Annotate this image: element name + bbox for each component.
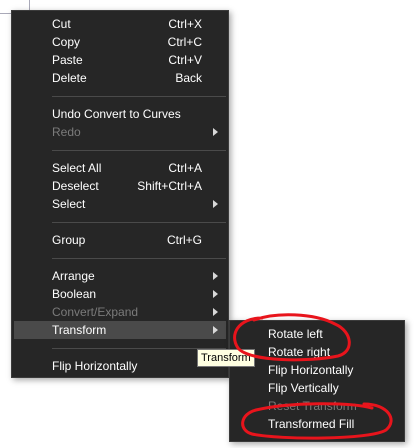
menu-item-label: Reset Transform [268, 399, 357, 413]
menu-item-paste[interactable]: Paste Ctrl+V [14, 51, 226, 69]
submenu-arrow-icon [213, 326, 218, 334]
menu-item-shortcut: Ctrl+C [167, 35, 202, 49]
menu-item-undo[interactable]: Undo Convert to Curves [14, 105, 226, 123]
menu-item-copy[interactable]: Copy Ctrl+C [14, 33, 226, 51]
menu-item-group[interactable]: Group Ctrl+G [14, 231, 226, 249]
menu-separator [52, 96, 226, 97]
submenu-item-transformed-fill[interactable]: Transformed Fill [232, 415, 402, 433]
submenu-item-flip-vertically[interactable]: Flip Vertically [232, 379, 402, 397]
menu-item-label: Select All [52, 161, 102, 175]
tooltip: Transform [197, 349, 255, 367]
submenu-item-reset-transform[interactable]: Reset Transform [232, 397, 402, 415]
menu-item-redo[interactable]: Redo [14, 123, 226, 141]
menu-item-label: Transform [52, 323, 107, 337]
submenu-arrow-icon [213, 272, 218, 280]
menu-item-convert-expand[interactable]: Convert/Expand [14, 303, 226, 321]
menu-item-shortcut: Ctrl+V [168, 53, 202, 67]
menu-item-select[interactable]: Select [14, 195, 226, 213]
menu-separator [52, 222, 226, 223]
menu-separator [52, 258, 226, 259]
menu-item-label: Copy [52, 35, 81, 49]
menu-item-label: Flip Vertically [268, 381, 339, 395]
menu-item-label: Boolean [52, 287, 97, 301]
menu-item-delete[interactable]: Delete Back [14, 69, 226, 87]
menu-item-boolean[interactable]: Boolean [14, 285, 226, 303]
menu-item-shortcut: Ctrl+X [168, 17, 202, 31]
submenu-arrow-icon [213, 128, 218, 136]
menu-item-shortcut: Back [175, 71, 202, 85]
submenu-item-rotate-left[interactable]: Rotate left [232, 325, 402, 343]
menu-item-select-all[interactable]: Select All Ctrl+A [14, 159, 226, 177]
menu-item-label: Deselect [52, 179, 99, 193]
submenu-arrow-icon [213, 290, 218, 298]
submenu-arrow-icon [213, 308, 218, 316]
menu-item-deselect[interactable]: Deselect Shift+Ctrl+A [14, 177, 226, 195]
menu-item-label: Redo [52, 125, 81, 139]
menu-item-shortcut: Shift+Ctrl+A [137, 179, 202, 193]
menu-item-label: Convert/Expand [52, 305, 139, 319]
menu-item-label: Group [52, 233, 86, 247]
menu-item-shortcut: Ctrl+A [168, 161, 202, 175]
menu-item-label: Transformed Fill [268, 417, 355, 431]
menu-item-label: Flip Horizontally [52, 359, 138, 373]
menu-item-label: Rotate right [268, 345, 331, 359]
submenu-arrow-icon [213, 200, 218, 208]
menu-item-label: Select [52, 197, 86, 211]
transform-submenu: Rotate left Rotate right Flip Horizontal… [229, 320, 405, 442]
menu-item-arrange[interactable]: Arrange [14, 267, 226, 285]
menu-separator [52, 150, 226, 151]
menu-item-transform[interactable]: Transform [14, 321, 226, 339]
menu-item-label: Undo Convert to Curves [52, 107, 181, 121]
menu-item-label: Rotate left [268, 327, 323, 341]
menu-item-label: Arrange [52, 269, 95, 283]
context-menu: Cut Ctrl+X Copy Ctrl+C Paste Ctrl+V Dele… [11, 10, 229, 378]
menu-item-cut[interactable]: Cut Ctrl+X [14, 15, 226, 33]
menu-item-shortcut: Ctrl+G [166, 233, 202, 247]
submenu-item-flip-horizontally[interactable]: Flip Horizontally [232, 361, 402, 379]
menu-item-flip-horizontally[interactable]: Flip Horizontally [14, 357, 226, 375]
menu-item-label: Delete [52, 71, 87, 85]
menu-item-label: Cut [52, 17, 71, 31]
submenu-item-rotate-right[interactable]: Rotate right [232, 343, 402, 361]
menu-item-label: Flip Horizontally [268, 363, 354, 377]
menu-item-label: Paste [52, 53, 83, 67]
